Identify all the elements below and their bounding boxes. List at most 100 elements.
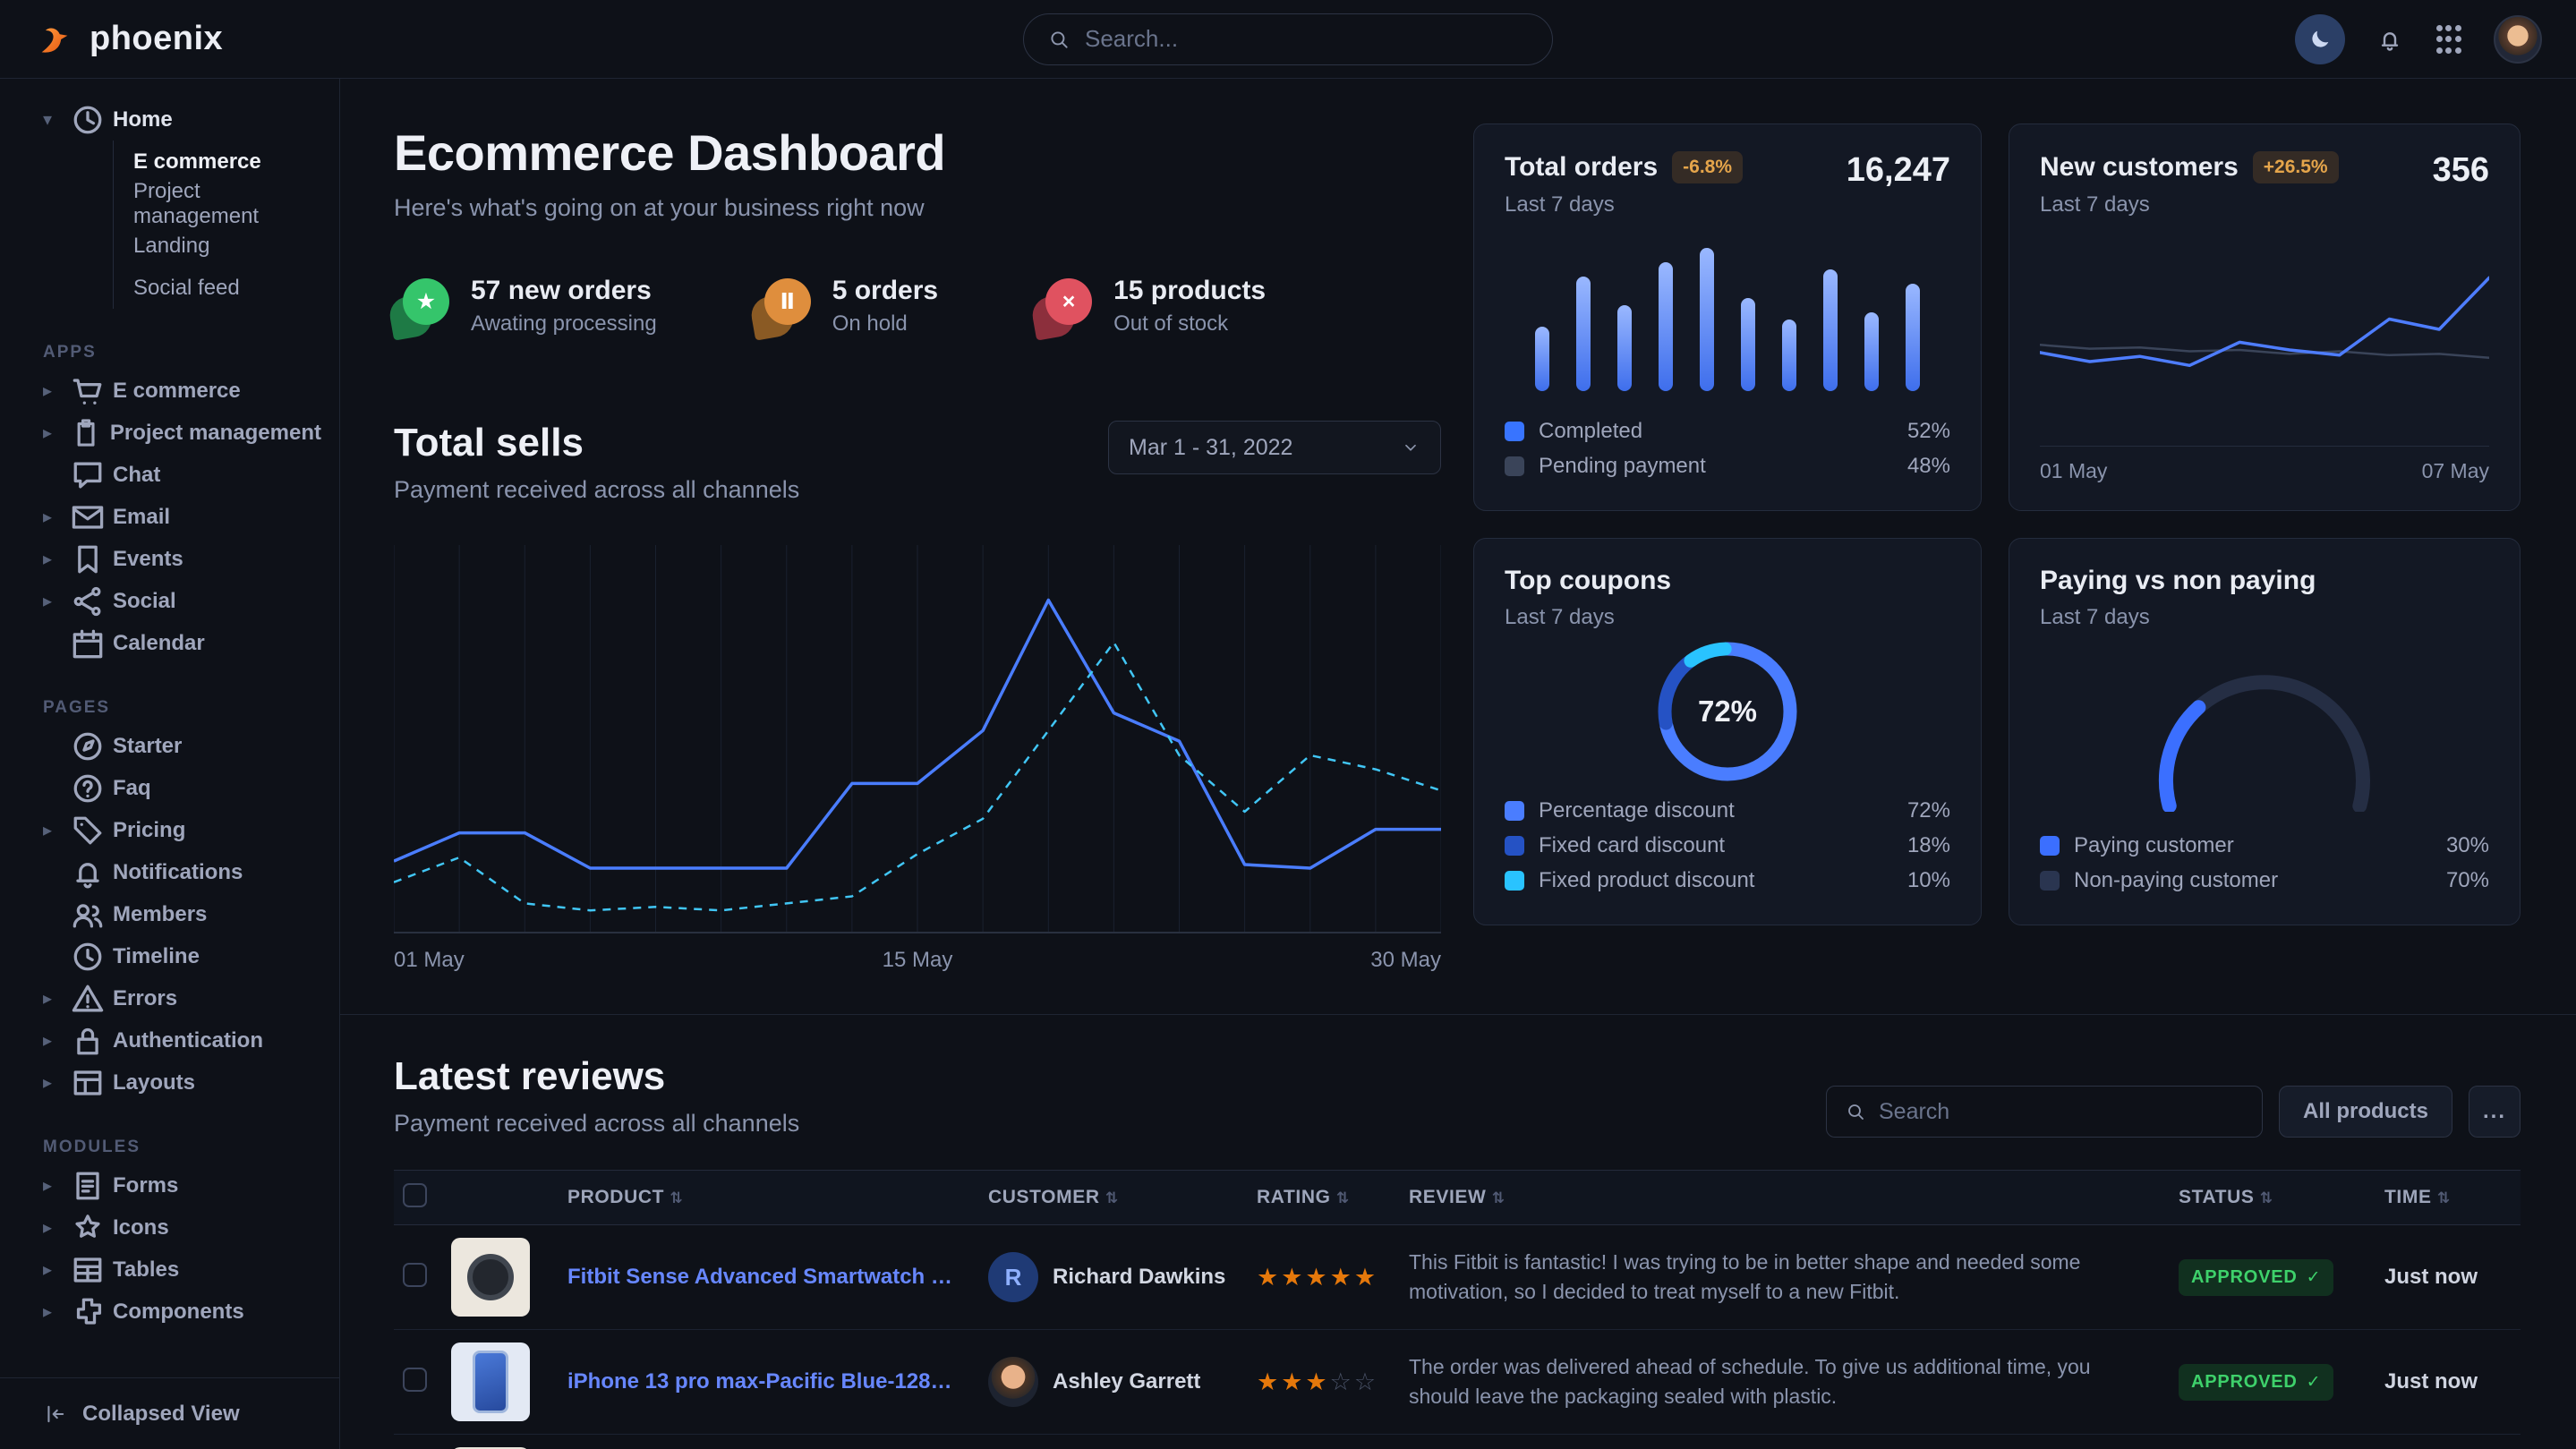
sidebar-item-social-feed[interactable]: Social feed bbox=[114, 267, 321, 309]
legend-item-completed: Completed 52% bbox=[1505, 413, 1950, 448]
row-checkbox[interactable] bbox=[403, 1263, 427, 1287]
total-sells-subtitle: Payment received across all channels bbox=[394, 476, 799, 504]
check-icon: ✓ bbox=[2307, 1372, 2322, 1393]
column-header-status[interactable]: STATUS ⇅ bbox=[2179, 1187, 2384, 1208]
sidebar-item-timeline[interactable]: Timeline bbox=[43, 935, 321, 977]
home-submenu: E commerceProject managementLandingSocia… bbox=[113, 141, 321, 309]
clockpie-icon bbox=[68, 100, 107, 140]
product-link[interactable]: iPhone 13 pro max-Pacific Blue-128GB sto… bbox=[567, 1369, 963, 1394]
sidebar-item-members[interactable]: Members bbox=[43, 893, 321, 935]
chevron-down-icon bbox=[1401, 438, 1420, 457]
grid-icon bbox=[2435, 25, 2463, 54]
review-time: Just now bbox=[2384, 1265, 2521, 1290]
x-tick: 15 May bbox=[883, 948, 953, 973]
select-all-checkbox[interactable] bbox=[403, 1183, 427, 1207]
stat-on-hold: Ⅱ 5 orders On hold bbox=[755, 276, 938, 337]
brand[interactable]: phoenix bbox=[34, 19, 223, 60]
stat-awating-processing: ★ 57 new orders Awating processing bbox=[394, 276, 657, 337]
x-tick: 01 May bbox=[2040, 459, 2107, 483]
sidebar-item-icons[interactable]: ▸ Icons bbox=[43, 1206, 321, 1249]
sort-icon: ⇅ bbox=[670, 1189, 683, 1206]
search-input[interactable] bbox=[1085, 25, 1529, 53]
trend-badge: +26.5% bbox=[2253, 151, 2339, 183]
sort-icon: ⇅ bbox=[2437, 1189, 2451, 1206]
sidebar-item-landing[interactable]: Landing bbox=[114, 225, 321, 267]
card-legend: Paying customer 30% Non-paying customer … bbox=[2040, 828, 2489, 898]
customer-cell[interactable]: RRichard Dawkins bbox=[988, 1252, 1257, 1302]
all-products-button[interactable]: All products bbox=[2279, 1086, 2452, 1138]
legend-swatch bbox=[1505, 801, 1524, 821]
reviews-search-input[interactable] bbox=[1879, 1099, 2244, 1125]
sidebar-item-e-commerce[interactable]: ▸ E commerce bbox=[43, 370, 321, 412]
sidebar-item-forms[interactable]: ▸ Forms bbox=[43, 1164, 321, 1206]
warning-icon bbox=[68, 979, 107, 1019]
legend-label: Pending payment bbox=[1539, 454, 1706, 479]
more-options-button[interactable]: ... bbox=[2469, 1086, 2521, 1138]
caret-down-icon: ▾ bbox=[43, 108, 68, 131]
legend-item-fixed-product-discount: Fixed product discount 10% bbox=[1505, 863, 1950, 898]
legend-item-fixed-card-discount: Fixed card discount 18% bbox=[1505, 828, 1950, 863]
legend-value: 30% bbox=[2446, 833, 2489, 858]
product-link[interactable]: Fitbit Sense Advanced Smartwatch with To… bbox=[567, 1265, 963, 1290]
status-badge: APPROVED ✓ bbox=[2179, 1259, 2333, 1296]
sidebar-item-e-commerce[interactable]: E commerce bbox=[114, 141, 321, 183]
sidebar-item-tables[interactable]: ▸ Tables bbox=[43, 1249, 321, 1291]
sidebar-item-authentication[interactable]: ▸ Authentication bbox=[43, 1019, 321, 1061]
brand-name: phoenix bbox=[90, 20, 223, 58]
legend-value: 72% bbox=[1907, 798, 1950, 823]
sidebar-item-project-management[interactable]: Project management bbox=[114, 183, 321, 225]
column-header-time[interactable]: TIME ⇅ bbox=[2384, 1187, 2521, 1208]
sidebar-item-pricing[interactable]: ▸ Pricing bbox=[43, 809, 321, 851]
card-top-coupons: Top coupons Last 7 days 72% Percentage d… bbox=[1473, 538, 1982, 925]
review-text: This Fitbit is fantastic! I was trying t… bbox=[1409, 1248, 2179, 1308]
new-customers-chart bbox=[2040, 217, 2489, 433]
notifications[interactable] bbox=[2376, 25, 2404, 54]
stat-value: 15 products bbox=[1113, 276, 1266, 306]
sort-icon: ⇅ bbox=[2260, 1189, 2273, 1206]
sidebar-item-social[interactable]: ▸ Social bbox=[43, 580, 321, 622]
date-range-select[interactable]: Mar 1 - 31, 2022 bbox=[1108, 421, 1441, 474]
sidebar-item-email[interactable]: ▸ Email bbox=[43, 496, 321, 538]
clock-icon bbox=[68, 937, 107, 976]
column-header-review[interactable]: REVIEW ⇅ bbox=[1409, 1187, 2179, 1208]
legend-swatch bbox=[1505, 422, 1524, 441]
customer-name: Ashley Garrett bbox=[1053, 1369, 1200, 1394]
sidebar-item-errors[interactable]: ▸ Errors bbox=[43, 977, 321, 1019]
sidebar-item-events[interactable]: ▸ Events bbox=[43, 538, 321, 580]
sidebar-item-faq[interactable]: Faq bbox=[43, 767, 321, 809]
product-image[interactable] bbox=[451, 1342, 530, 1421]
legend-label: Percentage discount bbox=[1539, 798, 1735, 823]
sidebar-item-starter[interactable]: Starter bbox=[43, 725, 321, 767]
customer-cell[interactable]: Ashley Garrett bbox=[988, 1357, 1257, 1407]
profile-avatar[interactable] bbox=[2494, 15, 2542, 64]
sidebar-item-notifications[interactable]: Notifications bbox=[43, 851, 321, 893]
sidebar-item-chat[interactable]: Chat bbox=[43, 454, 321, 496]
reviews-search[interactable] bbox=[1826, 1086, 2263, 1138]
column-header-rating[interactable]: RATING ⇅ bbox=[1257, 1187, 1409, 1208]
sidebar-item-calendar[interactable]: Calendar bbox=[43, 622, 321, 664]
sidebar-item-layouts[interactable]: ▸ Layouts bbox=[43, 1061, 321, 1104]
chat-icon bbox=[68, 456, 107, 495]
column-header-product[interactable]: PRODUCT ⇅ bbox=[567, 1187, 988, 1208]
apps-menu[interactable] bbox=[2435, 25, 2463, 54]
collapse-view-button[interactable]: Collapsed View bbox=[0, 1377, 339, 1449]
sidebar-item-home[interactable]: ▾ Home bbox=[43, 98, 321, 141]
product-image[interactable] bbox=[451, 1238, 530, 1317]
page-title: Ecommerce Dashboard bbox=[394, 124, 1441, 182]
stat-caption: Out of stock bbox=[1113, 311, 1266, 337]
sidebar-section-modules: MODULES bbox=[43, 1129, 321, 1164]
sidebar-item-project-management[interactable]: ▸ Project management bbox=[43, 412, 321, 454]
global-search[interactable] bbox=[1023, 13, 1553, 65]
x-tick: 01 May bbox=[394, 948, 465, 973]
kpi-cards: Total orders -6.8% Last 7 days 16,247 Co… bbox=[1473, 124, 2521, 973]
column-header-customer[interactable]: CUSTOMER ⇅ bbox=[988, 1187, 1257, 1208]
stat-value: 5 orders bbox=[832, 276, 938, 306]
sidebar-item-components[interactable]: ▸ Components bbox=[43, 1291, 321, 1333]
form-icon bbox=[68, 1166, 107, 1206]
row-checkbox[interactable] bbox=[403, 1368, 427, 1392]
rating-stars: ★★★★★ bbox=[1257, 1264, 1378, 1291]
total-sells-title: Total sells bbox=[394, 421, 799, 465]
sort-icon: ⇅ bbox=[1105, 1189, 1119, 1206]
theme-toggle[interactable] bbox=[2295, 14, 2345, 64]
legend-value: 18% bbox=[1907, 833, 1950, 858]
